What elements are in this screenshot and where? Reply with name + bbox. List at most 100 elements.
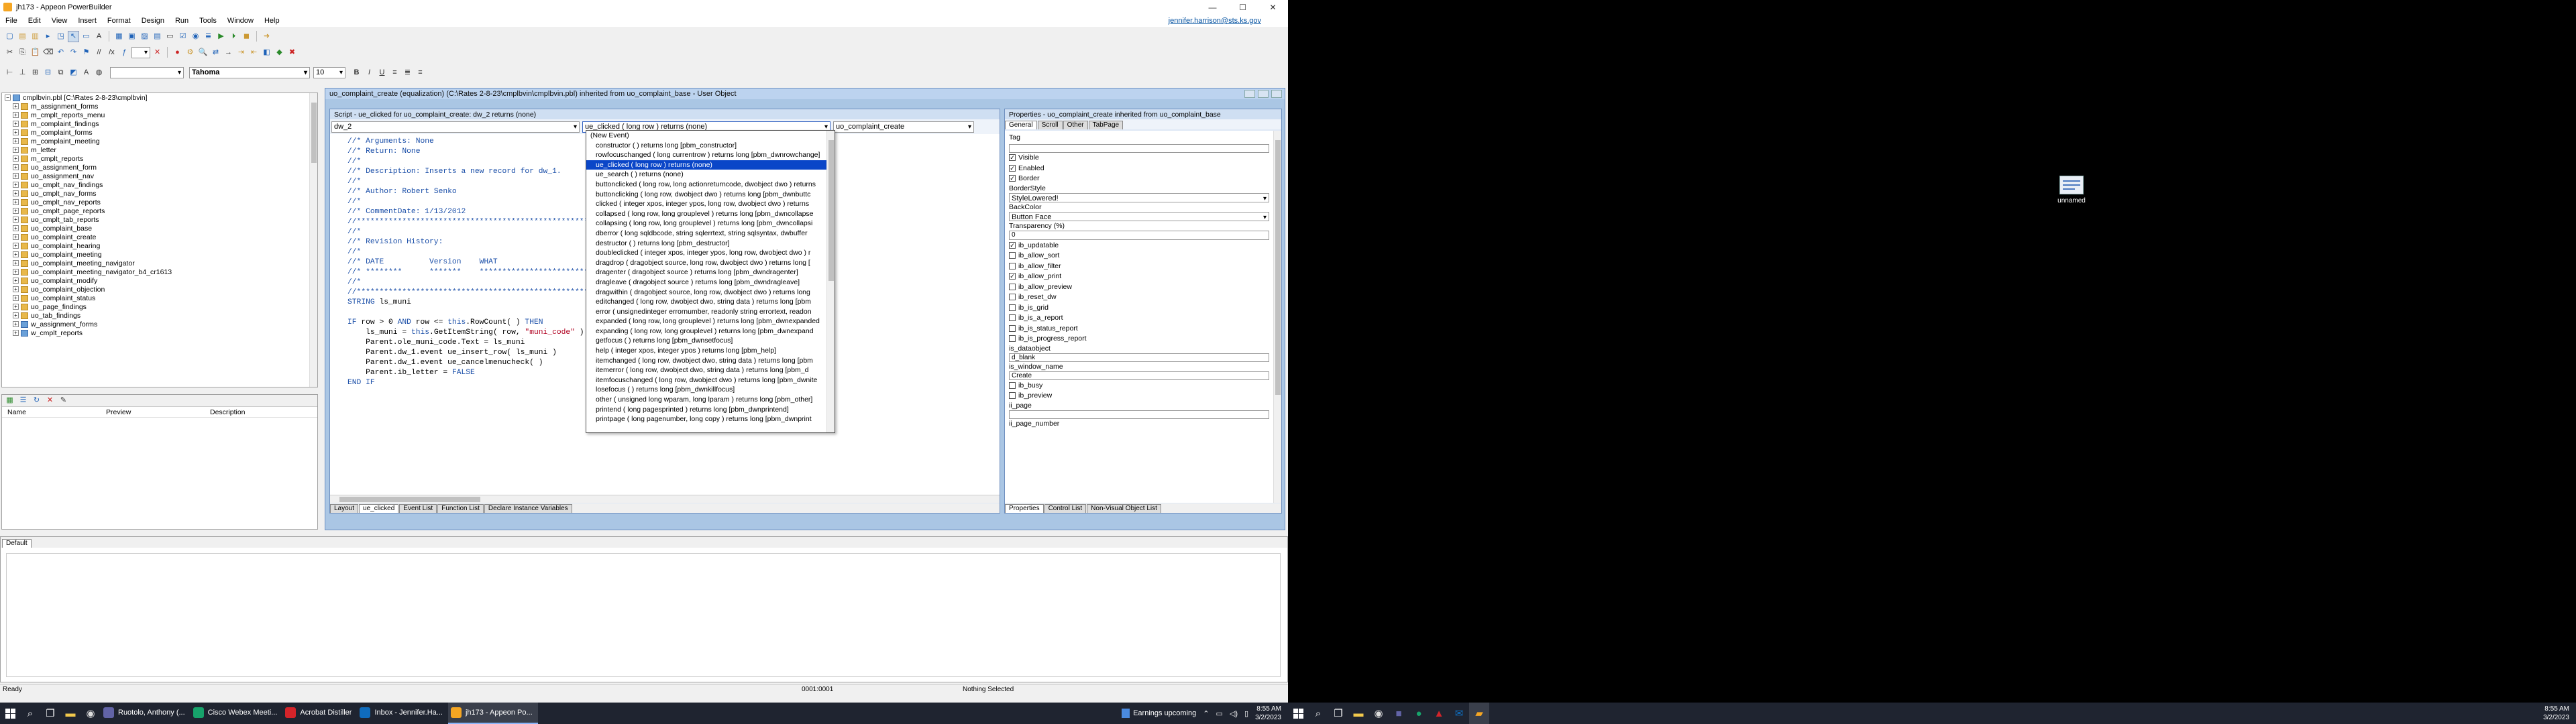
event-dropdown-item[interactable]: error ( unsignedinteger errornumber, rea… [586,307,835,317]
properties-scroll-thumb[interactable] [1275,140,1281,395]
breakpoint-icon[interactable]: ● [172,47,183,58]
align-center-icon[interactable]: ⊥ [17,67,28,78]
event-dropdown-item[interactable]: dragleave ( dragobject source ) returns … [586,278,835,288]
event-dropdown-item[interactable]: printpage ( long pagenumber, long copy )… [586,414,835,424]
library-icon[interactable]: ▦ [113,31,125,42]
text-align-center-icon[interactable]: ≣ [402,67,413,78]
tree-item[interactable]: + uo_cmplt_tab_reports [2,215,317,224]
tree-item[interactable]: + uo_complaint_modify [2,276,317,285]
menu-view[interactable]: View [46,17,73,25]
checkbox[interactable] [1009,283,1016,290]
col-description[interactable]: Description [210,408,311,416]
find-icon[interactable]: 🔍 [197,47,209,58]
close-script-icon[interactable]: ✕ [152,47,163,58]
text-align-right-icon[interactable]: ≡ [415,67,426,78]
checkbox[interactable] [1009,335,1016,343]
event-dropdown-item[interactable]: clicked ( integer xpos, integer ypos, lo… [586,199,835,209]
dropdown-scrollbar[interactable] [826,131,835,432]
redo-icon[interactable]: ↷ [68,47,79,58]
tree-item[interactable]: + uo_assignment_nav [2,172,317,180]
paste-function-icon[interactable]: ƒ [119,47,130,58]
picture-icon[interactable]: ▨ [139,31,150,42]
properties-scrollbar[interactable] [1273,131,1281,503]
network-icon[interactable]: ▭ [1216,709,1222,718]
delete-icon[interactable]: ✖ [286,47,298,58]
checkbox[interactable]: ✓ [1009,175,1016,182]
powerbuilder-icon[interactable]: ▰ [1469,703,1489,724]
run-icon[interactable]: ▸ [42,31,54,42]
size-icon[interactable]: ⊞ [30,67,41,78]
expand-icon[interactable]: + [13,138,19,144]
menu-edit[interactable]: Edit [23,17,46,25]
windows-start-icon[interactable] [0,703,20,724]
search-icon[interactable]: ⌕ [20,703,40,724]
event-dropdown-item[interactable]: (New Event) [586,131,835,141]
undo-icon[interactable]: ↶ [55,47,66,58]
clear-icon[interactable]: ⌫ [42,47,54,58]
tree-item[interactable]: + uo_complaint_status [2,294,317,302]
event-dropdown-item[interactable]: losefocus ( ) returns long [pbm_dwnkillf… [586,385,835,395]
task-view-icon[interactable]: ❐ [40,703,60,724]
radio-icon[interactable]: ◉ [190,31,201,42]
expand-icon[interactable]: + [13,173,19,179]
bold-button[interactable]: B [351,67,362,78]
object-icon[interactable]: ◆ [274,47,285,58]
expand-icon[interactable]: + [13,234,19,240]
tab-icon[interactable]: ▭ [80,31,92,42]
expand-icon[interactable]: + [13,330,19,336]
stop-icon[interactable]: ◼ [241,31,252,42]
property-checkbox-row[interactable]: ib_is_progress_report [1005,334,1273,345]
align-left-icon[interactable]: ⊢ [4,67,15,78]
taskbar-app[interactable]: Inbox - Jennifer.Ha... [357,703,448,724]
property-checkbox-row[interactable]: ✓ Border [1005,174,1273,184]
event-dropdown-item[interactable]: buttonclicked ( long row, long actionret… [586,180,835,190]
menu-file[interactable]: File [0,17,23,25]
list-view-icon[interactable]: ▦ [4,395,15,406]
tree-item[interactable]: + uo_cmplt_nav_reports [2,198,317,206]
event-dropdown-item[interactable]: itemfocuschanged ( long row, dwobject dw… [586,375,835,385]
menu-tools[interactable]: Tools [194,17,222,25]
property-checkbox-row[interactable]: ib_is_grid [1005,302,1273,313]
debug-icon[interactable]: ▶ [215,31,227,42]
expand-icon[interactable]: + [13,164,19,170]
font-combo[interactable]: Tahoma [189,66,310,78]
tree-item[interactable]: + uo_complaint_create [2,233,317,241]
expand-icon[interactable]: + [13,199,19,205]
replace-icon[interactable]: ⇄ [210,47,221,58]
chevron-up-icon[interactable]: ⌃ [1203,709,1209,718]
scrollbar-thumb[interactable] [311,103,317,163]
bookmark-icon[interactable]: ⚑ [80,47,92,58]
indent-icon[interactable]: ⇥ [235,47,247,58]
event-dropdown-item[interactable]: expanded ( long row, long grouplevel ) r… [586,316,835,326]
is-dataobject-field[interactable]: d_blank [1009,353,1269,362]
expand-icon[interactable]: + [13,304,19,310]
open-icon[interactable]: ▥ [30,31,41,42]
property-checkbox-row[interactable]: ✓ Enabled [1005,163,1273,174]
back-color-icon[interactable]: ◍ [93,67,105,78]
borderstyle-combo[interactable]: StyleLowered! [1009,193,1269,204]
tab-general[interactable]: General [1005,121,1037,129]
tab-ue-clicked[interactable]: ue_clicked [359,504,399,513]
tree-item[interactable]: + uo_cmplt_page_reports [2,206,317,215]
tab-properties[interactable]: Properties [1005,504,1044,513]
file-explorer-icon[interactable]: ▬ [1348,703,1368,724]
list-delete-icon[interactable]: ✕ [44,395,56,406]
step-icon[interactable]: ⏵ [228,31,239,42]
code-hscrollbar[interactable] [330,495,1000,503]
datawindow-icon[interactable]: ▣ [126,31,138,42]
tree-item[interactable]: + uo_complaint_meeting_navigator [2,259,317,267]
editor-close-icon[interactable] [1271,90,1282,98]
property-checkbox-row[interactable]: ✓ ib_updatable [1005,240,1273,251]
space-icon[interactable]: ⊟ [42,67,54,78]
property-checkbox-row[interactable]: ib_busy [1005,380,1273,391]
taskbar-app[interactable]: Acrobat Distiller [282,703,357,724]
event-dropdown-item[interactable]: getfocus ( ) returns long [pbm_dwnsetfoc… [586,336,835,346]
tree-item[interactable]: + uo_complaint_objection [2,285,317,294]
event-dropdown-item[interactable]: dberror ( long sqldbcode, string sqlerrt… [586,229,835,239]
checkbox[interactable] [1009,262,1016,269]
taskbar-app[interactable]: Ruotolo, Anthony (... [101,703,191,724]
tab-function-list[interactable]: Function List [437,504,484,513]
is-window-name-field[interactable]: Create [1009,371,1269,380]
task-view-icon[interactable]: ❐ [1328,703,1348,724]
property-checkbox-row[interactable]: ib_allow_sort [1005,251,1273,261]
